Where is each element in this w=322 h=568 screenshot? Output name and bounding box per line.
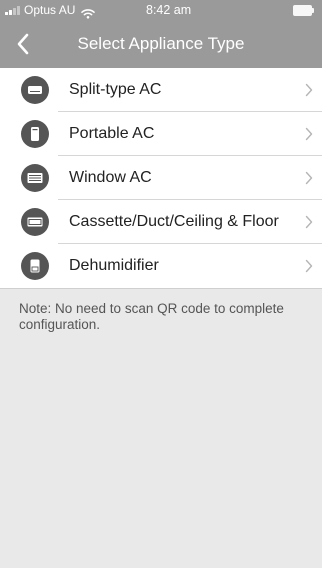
signal-icon [5, 5, 20, 15]
chevron-right-icon [305, 259, 313, 273]
list-item-label: Dehumidifier [69, 257, 159, 274]
chevron-left-icon [17, 33, 29, 55]
chevron-right-icon [305, 171, 313, 185]
nav-bar: Select Appliance Type [0, 20, 322, 68]
select-appliance-screen: Optus AU 8:42 am Select Appliance Type S… [0, 0, 322, 568]
status-left: Optus AU [5, 0, 96, 20]
window-ac-icon [21, 164, 49, 192]
status-bar: Optus AU 8:42 am [0, 0, 322, 20]
list-item-cassette-duct-ceiling-floor[interactable]: Cassette/Duct/Ceiling & Floor [0, 200, 322, 244]
battery-icon [293, 5, 314, 16]
appliance-list: Split-type AC Portable AC Window AC Cass… [0, 68, 322, 289]
list-item-label: Cassette/Duct/Ceiling & Floor [69, 213, 279, 230]
chevron-right-icon [305, 83, 313, 97]
list-item-split-type-ac[interactable]: Split-type AC [0, 68, 322, 112]
chevron-right-icon [305, 215, 313, 229]
back-button[interactable] [8, 28, 38, 60]
list-item-label: Portable AC [69, 125, 155, 142]
list-item-portable-ac[interactable]: Portable AC [0, 112, 322, 156]
dehumidifier-icon [21, 252, 49, 280]
page-title: Select Appliance Type [77, 34, 245, 53]
cassette-ac-icon [21, 208, 49, 236]
list-item-label: Window AC [69, 169, 152, 186]
split-ac-icon [21, 76, 49, 104]
chevron-right-icon [305, 127, 313, 141]
wifi-icon [81, 5, 96, 19]
list-item-dehumidifier[interactable]: Dehumidifier [0, 244, 322, 288]
carrier-label: Optus AU [24, 3, 76, 17]
list-item-label: Split-type AC [69, 81, 162, 98]
list-item-window-ac[interactable]: Window AC [0, 156, 322, 200]
status-time: 8:42 am [146, 3, 192, 17]
configuration-note: Note: No need to scan QR code to complet… [19, 301, 284, 332]
portable-ac-icon [21, 120, 49, 148]
header: Optus AU 8:42 am Select Appliance Type [0, 0, 322, 68]
